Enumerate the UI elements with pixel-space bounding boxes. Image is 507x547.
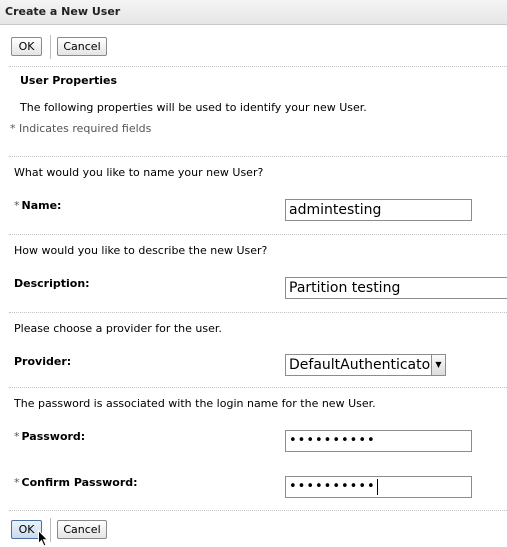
divider: [9, 312, 507, 313]
required-marker: *: [14, 430, 20, 443]
required-marker: *: [14, 199, 20, 212]
divider: [9, 234, 507, 235]
ok-button-top[interactable]: OK: [11, 37, 42, 56]
cancel-button-bottom[interactable]: Cancel: [57, 520, 107, 539]
provider-label: Provider:: [14, 355, 72, 368]
password-input[interactable]: ••••••••••: [285, 430, 472, 452]
divider: [9, 156, 507, 157]
password-question: The password is associated with the logi…: [14, 397, 376, 410]
mouse-pointer-icon: [38, 530, 49, 547]
provider-question: Please choose a provider for the user.: [14, 322, 222, 335]
description-label: Description:: [14, 277, 90, 290]
cancel-button-top[interactable]: Cancel: [57, 37, 107, 56]
provider-selected-value: DefaultAuthenticator: [289, 357, 436, 373]
divider: [9, 387, 507, 388]
required-fields-note: * Indicates required fields: [10, 122, 152, 135]
divider: [9, 510, 507, 511]
confirm-password-input[interactable]: ••••••••••: [285, 476, 472, 498]
provider-select[interactable]: DefaultAuthenticator ▼: [285, 354, 446, 376]
dialog-title-bar: Create a New User: [0, 0, 507, 25]
description-input[interactable]: Partition testing: [285, 277, 507, 299]
confirm-password-value: ••••••••••: [289, 479, 376, 494]
confirm-password-label: * Confirm Password:: [14, 476, 138, 489]
confirm-password-label-text: Confirm Password:: [21, 476, 138, 489]
chevron-down-icon[interactable]: ▼: [431, 355, 445, 375]
name-input[interactable]: admintesting: [285, 199, 472, 221]
name-label: * Name:: [14, 199, 61, 212]
dialog-title: Create a New User: [5, 5, 121, 18]
description-question: How would you like to describe the new U…: [14, 244, 268, 257]
name-label-text: Name:: [21, 199, 62, 212]
section-intro: The following properties will be used to…: [20, 101, 367, 114]
section-heading: User Properties: [20, 74, 118, 87]
button-separator: [50, 518, 51, 542]
password-label: * Password:: [14, 430, 85, 443]
required-marker: *: [14, 476, 20, 489]
name-question: What would you like to name your new Use…: [14, 166, 264, 179]
password-label-text: Password:: [21, 430, 86, 443]
button-separator: [50, 35, 51, 59]
divider: [9, 66, 507, 67]
text-caret: [376, 478, 378, 495]
